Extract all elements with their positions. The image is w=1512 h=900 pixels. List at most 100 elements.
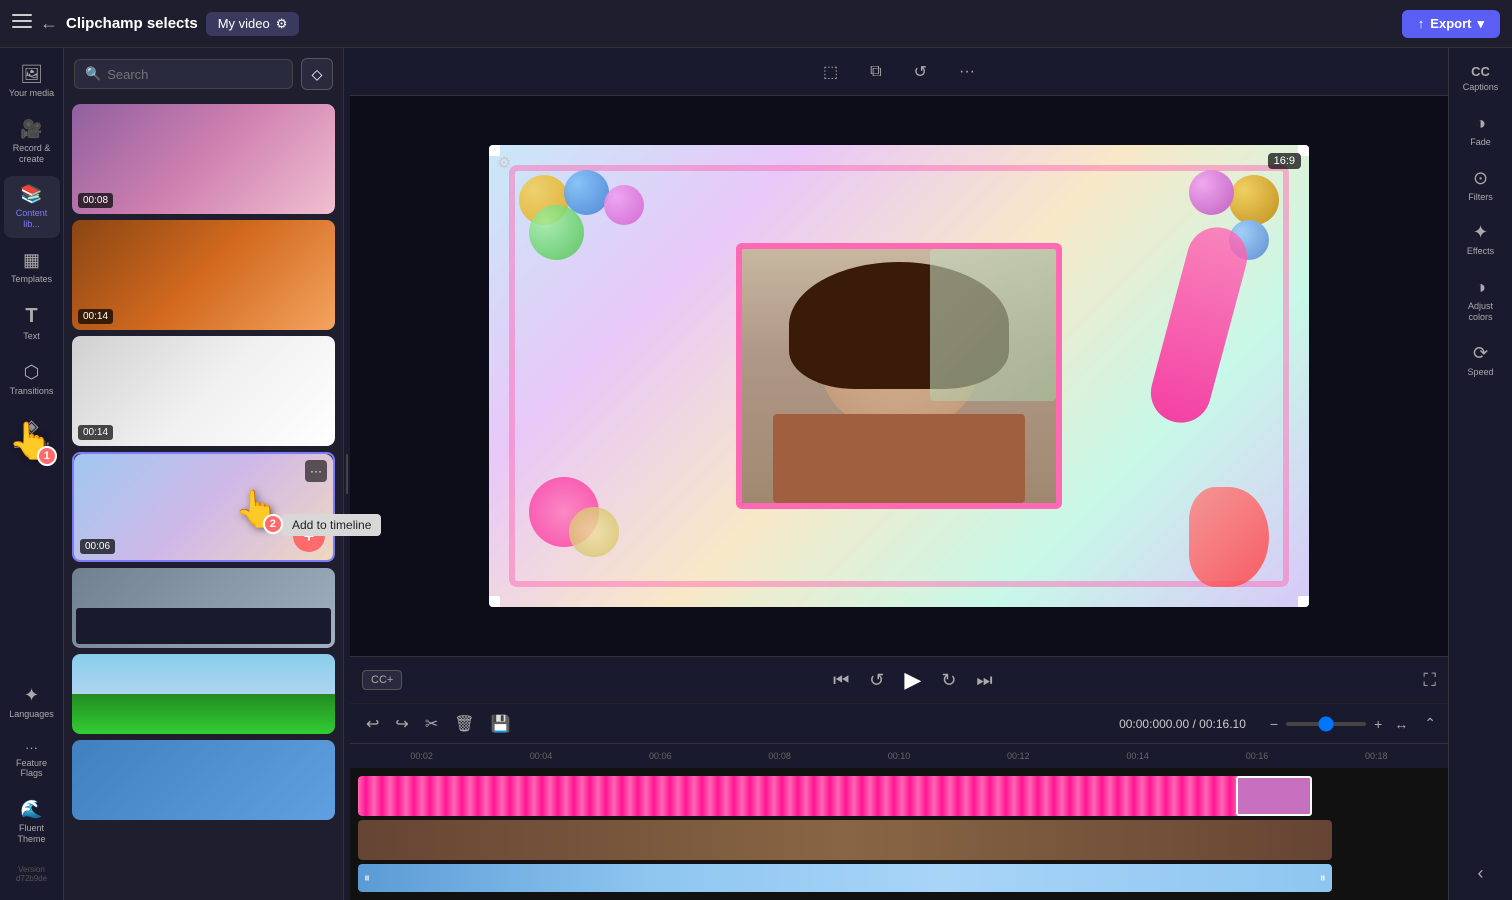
search-input[interactable] (107, 67, 282, 82)
diamond-icon: ◇ (312, 66, 323, 83)
media-thumb-4[interactable]: 00:06 ··· + (72, 452, 335, 562)
delete-button[interactable]: 🗑 (450, 710, 478, 738)
media-grid: 00:08 00:14 00:14 00:06 ··· + (64, 100, 343, 900)
fullscreen-button[interactable]: ⛶ (1423, 670, 1436, 691)
sidebar-item-label: Brand kit (14, 440, 50, 451)
sidebar-item-brand-kit[interactable]: ◈ Brand kit (4, 408, 60, 459)
fit-timeline-button[interactable]: ↔ (1390, 712, 1412, 736)
transitions-icon: ⬡ (24, 362, 40, 383)
timeline-tracks: ⏸ ⏸ (350, 768, 1448, 900)
main-layout: 🖼 Your media 🎥 Record &create 📚 Content … (0, 48, 1512, 900)
right-sidebar: CC Captions ◑ Fade ⊙ Filters ✦ Effects ◑… (1448, 48, 1512, 900)
export-button[interactable]: ↑ Export ▾ (1402, 10, 1500, 38)
ruler-mark: 00:18 (1317, 751, 1436, 761)
cut-button[interactable]: ✂ (421, 710, 442, 738)
diamond-button[interactable]: ◇ (301, 58, 333, 90)
more-tools-button[interactable]: ··· (951, 59, 983, 85)
sidebar-item-speed[interactable]: ⟳ Speed (1453, 335, 1509, 386)
thumb-duration-2: 00:14 (78, 309, 113, 324)
sidebar-item-label: Record &create (13, 143, 51, 165)
sidebar-item-captions[interactable]: CC Captions (1453, 56, 1509, 101)
undo-button[interactable]: ↩ (362, 710, 383, 738)
media-thumb-3[interactable]: 00:14 (72, 336, 335, 446)
sidebar-item-record-create[interactable]: 🎥 Record &create (4, 111, 60, 173)
media-thumb-1[interactable]: 00:08 (72, 104, 335, 214)
sidebar-item-filters[interactable]: ⊙ Filters (1453, 160, 1509, 211)
video-canvas[interactable] (489, 145, 1309, 607)
zoom-slider[interactable] (1286, 722, 1366, 726)
zoom-in-button[interactable]: + (1370, 712, 1386, 736)
captions-button[interactable]: CC+ (362, 670, 402, 690)
audio-track[interactable]: ⏸ ⏸ (358, 864, 1440, 892)
sidebar-item-transitions[interactable]: ⬡ Transitions (4, 354, 60, 405)
sidebar-item-templates[interactable]: ▦ Templates (4, 242, 60, 293)
sidebar-item-fade[interactable]: ◑ Fade (1453, 105, 1509, 156)
app-title: Clipchamp selects (66, 15, 198, 32)
zoom-out-button[interactable]: − (1266, 712, 1282, 736)
back-button[interactable]: ← (40, 13, 58, 34)
sidebar-item-effects[interactable]: ✦ Effects (1453, 214, 1509, 265)
search-icon: 🔍 (85, 66, 101, 82)
sidebar-item-languages[interactable]: ✦ Languages (4, 677, 60, 728)
redo-button[interactable]: ↪ (391, 710, 412, 738)
sidebar-item-content-library[interactable]: 📚 Content lib... (4, 176, 60, 238)
ruler-mark: 00:02 (362, 751, 481, 761)
sidebar-item-label: Effects (1467, 246, 1494, 257)
thumb-duration-1: 00:08 (78, 193, 113, 208)
captions-icon: CC (1471, 64, 1490, 79)
crop-tool-button[interactable]: ⬚ (815, 58, 846, 86)
canvas-area: ⬚ ⧉ ↺ ··· (350, 48, 1448, 900)
cc-label: CC+ (371, 674, 393, 686)
export-label: Export (1430, 16, 1471, 31)
video-track[interactable] (358, 820, 1440, 860)
media-thumb-5[interactable] (72, 568, 335, 648)
forward-5s-button[interactable]: ↻ (941, 670, 956, 691)
corner-handle-bl[interactable] (489, 596, 500, 607)
fluent-theme-icon: 🌊 (20, 799, 42, 820)
media-panel-header: 🔍 ◇ (64, 48, 343, 100)
tab-group: My video ⚙ (206, 12, 300, 36)
thumb-menu-4[interactable]: ··· (305, 460, 327, 482)
effect-track[interactable] (358, 776, 1440, 816)
timeline-collapse-button[interactable]: ⌃ (1424, 715, 1436, 732)
adjust-colors-icon: ◑ (1475, 277, 1486, 298)
rotate-tool-button[interactable]: ↺ (906, 58, 935, 86)
save-button[interactable]: 💾 (487, 710, 515, 738)
timeline-toolbar: ↩ ↪ ✂ 🗑 💾 00:00:000.00 / 00:16.10 − + ↔ … (350, 704, 1448, 744)
media-panel: 🔍 ◇ 00:08 00:14 00:14 (64, 48, 344, 900)
pip-tool-button[interactable]: ⧉ (862, 59, 889, 85)
sidebar-item-your-media[interactable]: 🖼 Your media (4, 56, 60, 107)
export-chevron: ▾ (1477, 16, 1484, 32)
sidebar-item-adjust-colors[interactable]: ◑ Adjust colors (1453, 269, 1509, 331)
sidebar-item-feature-flags[interactable]: ··· Feature Flags (4, 732, 60, 788)
text-icon: T (25, 305, 37, 328)
skip-to-end-button[interactable]: ⏭ (976, 670, 992, 691)
skip-to-start-button[interactable]: ⏮ (833, 670, 849, 691)
media-thumb-7[interactable] (72, 740, 335, 820)
play-pause-button[interactable]: ▶ (904, 667, 921, 693)
hamburger-icon[interactable] (12, 14, 32, 34)
ruler-mark: 00:12 (959, 751, 1078, 761)
canvas-toolbar: ⬚ ⧉ ↺ ··· (350, 48, 1448, 96)
canvas-settings[interactable]: ⚙ (497, 153, 511, 173)
ruler-mark: 00:10 (839, 751, 958, 761)
add-to-timeline-button[interactable]: + (293, 520, 325, 552)
sidebar-item-version: Versiond72b9de (4, 857, 60, 892)
content-lib-icon: 📚 (20, 184, 42, 205)
ruler-mark: 00:04 (481, 751, 600, 761)
topbar: ← Clipchamp selects My video ⚙ ↑ Export … (0, 0, 1512, 48)
ruler-mark: 00:06 (601, 751, 720, 761)
ruler-mark: 00:14 (1078, 751, 1197, 761)
record-create-icon: 🎥 (20, 119, 42, 140)
sidebar-item-text[interactable]: T Text (4, 297, 60, 350)
media-thumb-6[interactable] (72, 654, 335, 734)
ruler-mark: 00:08 (720, 751, 839, 761)
rewind-5s-button[interactable]: ↺ (869, 670, 884, 691)
sidebar-item-fluent-theme[interactable]: 🌊 Fluent Theme (4, 791, 60, 853)
search-box[interactable]: 🔍 (74, 59, 293, 89)
sidebar-item-expand[interactable]: ‹ (1453, 855, 1509, 892)
tab-my-video[interactable]: My video ⚙ (206, 12, 300, 36)
media-thumb-2[interactable]: 00:14 (72, 220, 335, 330)
corner-handle-br[interactable] (1298, 596, 1309, 607)
total-time: 00:16.10 (1199, 717, 1246, 731)
